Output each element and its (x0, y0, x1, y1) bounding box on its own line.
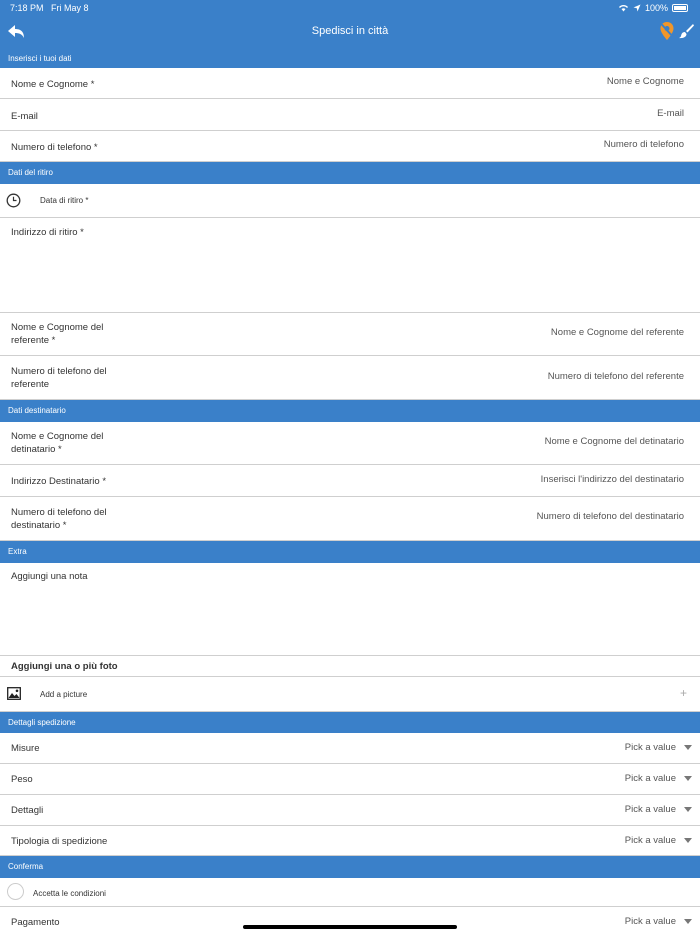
page-title: Spedisci in città (311, 25, 389, 37)
section-shipment: Dettagli spedizione (0, 712, 700, 734)
status-bar: 7:18 PM Fri May 8 100% (0, 0, 700, 16)
measure-label: Misure (11, 743, 40, 754)
photos-header-label: Aggiungi una o più foto (11, 661, 118, 672)
shipping-type-select[interactable]: Tipologia di spedizione Pick a value (0, 826, 700, 856)
image-icon (7, 687, 21, 700)
pickup-address-label: Indirizzo di ritiro * (11, 227, 84, 238)
recipient-address-placeholder: Inserisci l'indirizzo del destinatario (540, 474, 684, 485)
recipient-name-placeholder: Nome e Cognome del detinatario (544, 436, 684, 447)
recipient-address-field[interactable]: Indirizzo Destinatario * Inserisci l'ind… (0, 465, 700, 497)
shipping-type-label: Tipologia di spedizione (11, 836, 108, 847)
note-field[interactable]: Aggiungi una nota (0, 563, 700, 656)
recipient-address-label: Indirizzo Destinatario * (11, 476, 107, 487)
payment-value: Pick a value (624, 916, 676, 927)
clock-icon (6, 193, 21, 208)
status-date: Fri May 8 (51, 3, 89, 13)
accept-terms-label: Accetta le condizioni (33, 889, 106, 898)
weight-value: Pick a value (624, 773, 676, 784)
chevron-down-icon (684, 776, 692, 781)
recipient-phone-field[interactable]: Numero di telefono del destinatario * Nu… (0, 497, 700, 541)
battery-icon (672, 4, 688, 12)
pickup-address-field[interactable]: Indirizzo di ritiro * (0, 218, 700, 313)
email-placeholder: E-mail (657, 108, 684, 119)
wifi-icon (618, 4, 628, 12)
location-arrow-icon (633, 4, 641, 12)
referent-phone-placeholder: Numero di telefono del referente (547, 371, 684, 382)
recipient-phone-label: Numero di telefono del destinatario * (11, 507, 107, 531)
location-off-icon[interactable] (658, 21, 676, 41)
user-name-placeholder: Nome e Cognome (606, 76, 684, 87)
referent-name-field[interactable]: Nome e Cognome del referente * Nome e Co… (0, 313, 700, 356)
chevron-down-icon (684, 745, 692, 750)
payment-select[interactable]: Pagamento Pick a value (0, 907, 700, 934)
payment-label: Pagamento (11, 917, 60, 928)
user-name-label: Nome e Cognome * (11, 79, 95, 90)
section-recipient: Dati destinatario (0, 400, 700, 422)
details-label: Dettagli (11, 805, 44, 816)
photos-header: Aggiungi una o più foto (0, 656, 700, 677)
chevron-down-icon (684, 807, 692, 812)
section-extra: Extra (0, 541, 700, 563)
section-user-data: Inserisci i tuoi dati (0, 48, 700, 70)
pickup-date-field[interactable]: Data di ritiro * (0, 184, 700, 218)
user-phone-field[interactable]: Numero di telefono * Numero di telefono (0, 131, 700, 162)
email-label: E-mail (11, 111, 38, 122)
pickup-date-label: Data di ritiro * (40, 196, 89, 205)
weight-select[interactable]: Peso Pick a value (0, 764, 700, 795)
referent-phone-field[interactable]: Numero di telefono del referente Numero … (0, 356, 700, 400)
chevron-down-icon (684, 919, 692, 924)
accept-terms-row[interactable]: Accetta le condizioni (0, 878, 700, 907)
user-phone-placeholder: Numero di telefono (603, 139, 684, 150)
referent-phone-label: Numero di telefono del referente (11, 366, 107, 390)
shipping-type-value: Pick a value (624, 835, 676, 846)
status-time: 7:18 PM (10, 3, 44, 13)
accept-terms-checkbox[interactable] (7, 883, 24, 900)
recipient-phone-placeholder: Numero di telefono del destinatario (536, 511, 684, 522)
referent-name-label: Nome e Cognome del referente * (11, 322, 104, 346)
home-indicator (243, 925, 457, 929)
recipient-name-field[interactable]: Nome e Cognome del detinatario * Nome e … (0, 422, 700, 465)
user-name-field[interactable]: Nome e Cognome * Nome e Cognome (0, 68, 700, 99)
measure-select[interactable]: Misure Pick a value (0, 733, 700, 764)
recipient-name-label: Nome e Cognome del detinatario * (11, 431, 104, 455)
referent-name-placeholder: Nome e Cognome del referente (550, 327, 684, 338)
add-picture-label: Add a picture (40, 690, 88, 699)
add-icon[interactable]: + (680, 686, 687, 700)
section-confirm: Conferma (0, 856, 700, 878)
user-phone-label: Numero di telefono * (11, 142, 98, 153)
note-label: Aggiungi una nota (11, 571, 88, 582)
measure-value: Pick a value (624, 742, 676, 753)
email-field[interactable]: E-mail E-mail (0, 99, 700, 131)
brush-icon[interactable] (678, 23, 694, 39)
details-select[interactable]: Dettagli Pick a value (0, 795, 700, 826)
details-value: Pick a value (624, 804, 676, 815)
chevron-down-icon (684, 838, 692, 843)
add-picture-row[interactable]: Add a picture + (0, 677, 700, 712)
section-pickup: Dati del ritiro (0, 162, 700, 184)
weight-label: Peso (11, 774, 33, 785)
nav-bar: Spedisci in città (0, 16, 700, 48)
battery-percent: 100% (644, 3, 668, 13)
